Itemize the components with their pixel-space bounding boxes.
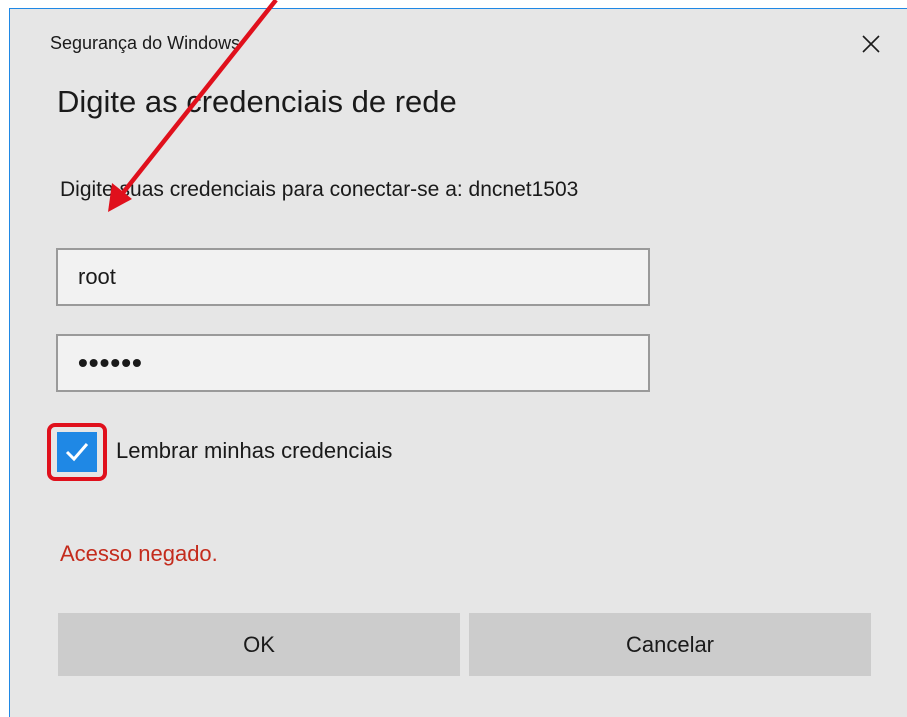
remember-credentials-checkbox[interactable] <box>47 423 107 481</box>
connection-description: Digite suas credenciais para conectar-se… <box>60 178 579 201</box>
checkbox-box <box>57 432 97 472</box>
ok-button[interactable]: OK <box>58 613 460 676</box>
username-field[interactable]: root <box>56 248 650 306</box>
screenshot-page: Segurança do Windows Digite as credencia… <box>0 0 907 717</box>
checkmark-icon <box>65 443 89 462</box>
username-value: root <box>78 264 116 289</box>
window-title: Segurança do Windows <box>50 33 241 53</box>
password-value: •••••• <box>78 347 143 378</box>
remember-credentials-label[interactable]: Lembrar minhas credenciais <box>116 438 392 464</box>
error-message: Acesso negado. <box>60 541 218 566</box>
dialog-heading: Digite as credenciais de rede <box>57 84 457 119</box>
cancel-button[interactable]: Cancelar <box>469 613 871 676</box>
password-field[interactable]: •••••• <box>56 334 650 392</box>
close-icon[interactable] <box>856 29 886 59</box>
